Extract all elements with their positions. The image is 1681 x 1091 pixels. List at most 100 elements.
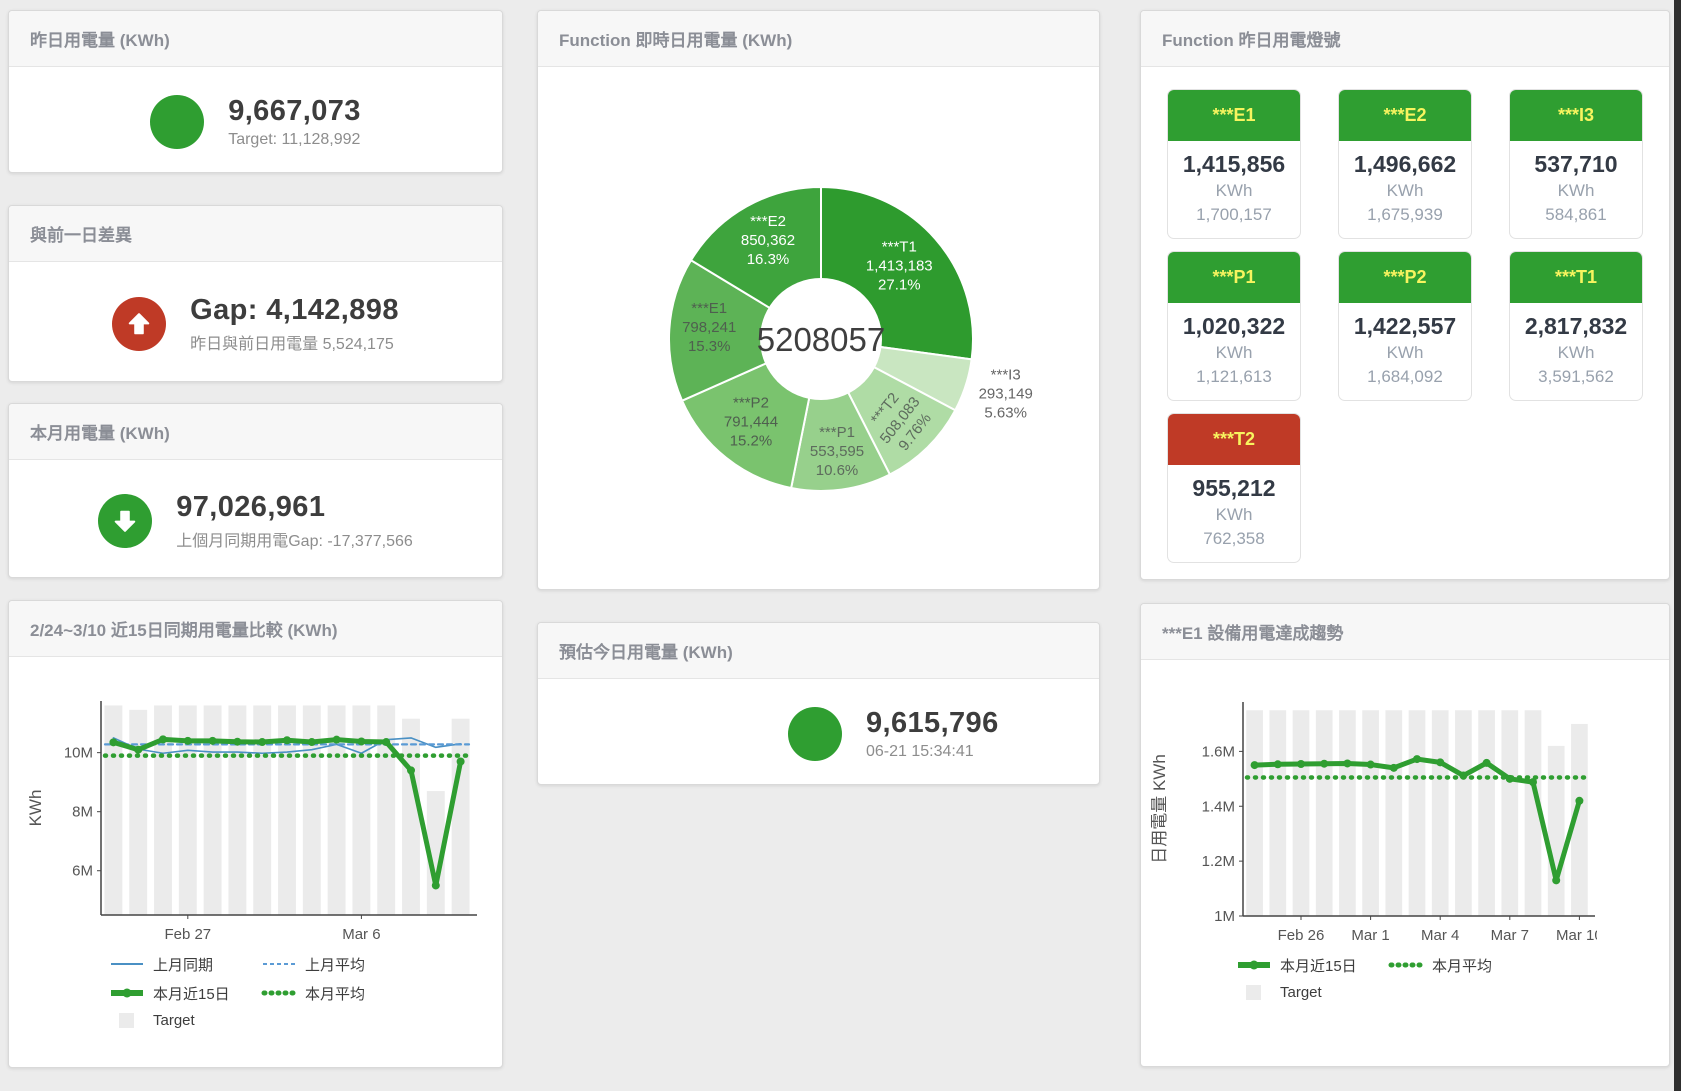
svg-text:Mar 4: Mar 4 [1421, 927, 1459, 944]
device-status-tile-P1: ***P11,020,322KWh1,121,613 [1167, 251, 1301, 401]
legend-item[interactable]: Target [1236, 984, 1388, 1001]
donut-svg[interactable]: ***T11,413,18327.1%***I3293,1495.63%***T… [538, 67, 1099, 587]
scrollbar[interactable] [1674, 0, 1681, 1091]
svg-text:Mar 10: Mar 10 [1556, 927, 1597, 944]
card-yesterday-usage: 昨日用電量 (KWh) 9,667,073 Target: 11,128,992 [8, 10, 503, 173]
tile-target: 1,675,939 [1339, 205, 1471, 225]
middle-column: Function 即時日用電量 (KWh) ***T11,413,18327.1… [537, 0, 1100, 1068]
legend-item[interactable]: Target [109, 1012, 261, 1029]
card-realtime-donut: Function 即時日用電量 (KWh) ***T11,413,18327.1… [537, 10, 1100, 590]
card-title: Function 昨日用電燈號 [1141, 11, 1669, 67]
gap-subtitle: 昨日與前日用電量 5,524,175 [190, 330, 399, 354]
month-usage-gap: 上個月同期用電Gap: -17,377,566 [176, 527, 413, 551]
tile-target: 584,861 [1510, 205, 1642, 225]
svg-text:Mar 7: Mar 7 [1491, 927, 1529, 944]
legend-label: 本月近15日 [1280, 955, 1357, 976]
tile-unit: KWh [1168, 505, 1300, 525]
trend-chart-legend: 本月近15日 本月平均 Target [1236, 955, 1669, 1001]
legend-item[interactable]: 本月近15日 [109, 983, 261, 1004]
svg-text:Mar 1: Mar 1 [1351, 927, 1389, 944]
tile-value: 1,020,322 [1168, 313, 1300, 340]
svg-text:***I3293,1495.63%: ***I3293,1495.63% [979, 366, 1033, 421]
tile-target: 1,684,092 [1339, 367, 1471, 387]
tile-value: 1,422,557 [1339, 313, 1471, 340]
tile-target: 3,591,562 [1510, 367, 1642, 387]
card-title: 昨日用電量 (KWh) [9, 11, 502, 67]
card-estimate-today: 預估今日用電量 (KWh) 9,615,796 06-21 15:34:41 [537, 622, 1100, 785]
estimate-value: 9,615,796 [866, 707, 999, 740]
legend-label: 本月平均 [1432, 955, 1492, 976]
legend-item[interactable]: 上月平均 [261, 954, 413, 975]
svg-text:日用電量 KWh: 日用電量 KWh [1151, 754, 1169, 864]
comparison-chart[interactable]: 6M 8M 10M Feb 27 Mar 6 KWh [9, 657, 502, 950]
card-15day-comparison: 2/24~3/10 近15日同期用電量比較 (KWh) 6M 8M 10M Feb 2… [8, 600, 503, 1068]
card-gap-prev-day: 與前一日差異 Gap: 4,142,898 昨日與前日用電量 5,524,175 [8, 205, 503, 382]
svg-text:6M: 6M [72, 863, 93, 880]
legend-item[interactable]: 本月近15日 [1236, 955, 1388, 976]
card-title: 與前一日差異 [9, 206, 502, 262]
tile-header: ***E1 [1168, 90, 1300, 141]
card-month-usage: 本月用電量 (KWh) 97,026,961 上個月同期用電Gap: -17,3… [8, 403, 503, 578]
tile-header: ***T1 [1510, 252, 1642, 303]
card-title: 預估今日用電量 (KWh) [538, 623, 1099, 679]
estimate-timestamp: 06-21 15:34:41 [866, 743, 999, 761]
tile-value: 2,817,832 [1510, 313, 1642, 340]
tile-target: 1,121,613 [1168, 367, 1300, 387]
tile-unit: KWh [1168, 343, 1300, 363]
device-status-tile-E1: ***E11,415,856KWh1,700,157 [1167, 89, 1301, 239]
tile-unit: KWh [1168, 181, 1300, 201]
svg-text:8M: 8M [72, 804, 93, 821]
legend-item[interactable]: 上月同期 [109, 954, 261, 975]
donut-chart[interactable]: ***T11,413,18327.1%***I3293,1495.63%***T… [538, 67, 1099, 593]
svg-text:Mar 6: Mar 6 [342, 926, 380, 943]
energy-dashboard: 昨日用電量 (KWh) 9,667,073 Target: 11,128,992… [0, 0, 1681, 1068]
left-column: 昨日用電量 (KWh) 9,667,073 Target: 11,128,992… [8, 0, 503, 1068]
svg-text:1.6M: 1.6M [1202, 743, 1235, 760]
month-usage-value: 97,026,961 [176, 491, 413, 524]
chart-svg[interactable]: 1M1.2M1.4M1.6MFeb 26Mar 1Mar 4Mar 7Mar 1… [1151, 694, 1597, 946]
card-title: 本月用電量 (KWh) [9, 404, 502, 460]
svg-text:Feb 26: Feb 26 [1278, 927, 1325, 944]
tile-unit: KWh [1339, 181, 1471, 201]
tile-unit: KWh [1339, 343, 1471, 363]
status-circle-icon [150, 95, 204, 149]
legend-label: 本月平均 [305, 983, 365, 1004]
tile-value: 955,212 [1168, 475, 1300, 502]
legend-label: Target [1280, 984, 1322, 1001]
tile-header: ***P2 [1339, 252, 1471, 303]
status-circle-icon [788, 707, 842, 761]
device-status-tile-E2: ***E21,496,662KWh1,675,939 [1338, 89, 1472, 239]
legend-label: Target [153, 1012, 195, 1029]
yesterday-usage-value: 9,667,073 [228, 95, 361, 128]
legend-item[interactable]: 本月平均 [1388, 955, 1540, 976]
legend-label: 本月近15日 [153, 983, 230, 1004]
tile-header: ***E2 [1339, 90, 1471, 141]
card-status-lights: Function 昨日用電燈號 ***E11,415,856KWh1,700,1… [1140, 10, 1670, 580]
card-title: 2/24~3/10 近15日同期用電量比較 (KWh) [9, 601, 502, 657]
svg-text:10M: 10M [64, 745, 93, 762]
device-status-tile-I3: ***I3537,710KWh584,861 [1509, 89, 1643, 239]
chart-svg[interactable]: 6M 8M 10M Feb 27 Mar 6 KWh [27, 693, 479, 945]
trend-chart[interactable]: 1M1.2M1.4M1.6MFeb 26Mar 1Mar 4Mar 7Mar 1… [1141, 660, 1669, 951]
arrow-up-circle-icon [112, 297, 166, 351]
tile-target: 762,358 [1168, 529, 1300, 549]
tile-unit: KWh [1510, 343, 1642, 363]
svg-text:Feb 27: Feb 27 [164, 926, 211, 943]
svg-text:KWh: KWh [27, 790, 45, 827]
card-title: ***E1 設備用電達成趨勢 [1141, 604, 1669, 660]
card-title: Function 即時日用電量 (KWh) [538, 11, 1099, 67]
legend-item[interactable]: 本月平均 [261, 983, 413, 1004]
svg-text:1.2M: 1.2M [1202, 853, 1235, 870]
device-status-tiles: ***E11,415,856KWh1,700,157***E21,496,662… [1141, 67, 1669, 583]
comparison-chart-legend: 上月同期 上月平均本月近15日 本月平均 Target [109, 954, 502, 1029]
tile-target: 1,700,157 [1168, 205, 1300, 225]
tile-header: ***T2 [1168, 414, 1300, 465]
tile-header: ***I3 [1510, 90, 1642, 141]
device-status-tile-P2: ***P2 1,422,557 KWh 1,684,092 [1338, 251, 1472, 401]
legend-label: 上月同期 [153, 954, 213, 975]
arrow-down-circle-icon [98, 494, 152, 548]
arrow-down-icon [111, 507, 139, 535]
legend-label: 上月平均 [305, 954, 365, 975]
right-column: Function 昨日用電燈號 ***E11,415,856KWh1,700,1… [1140, 0, 1670, 1068]
tile-value: 537,710 [1510, 151, 1642, 178]
